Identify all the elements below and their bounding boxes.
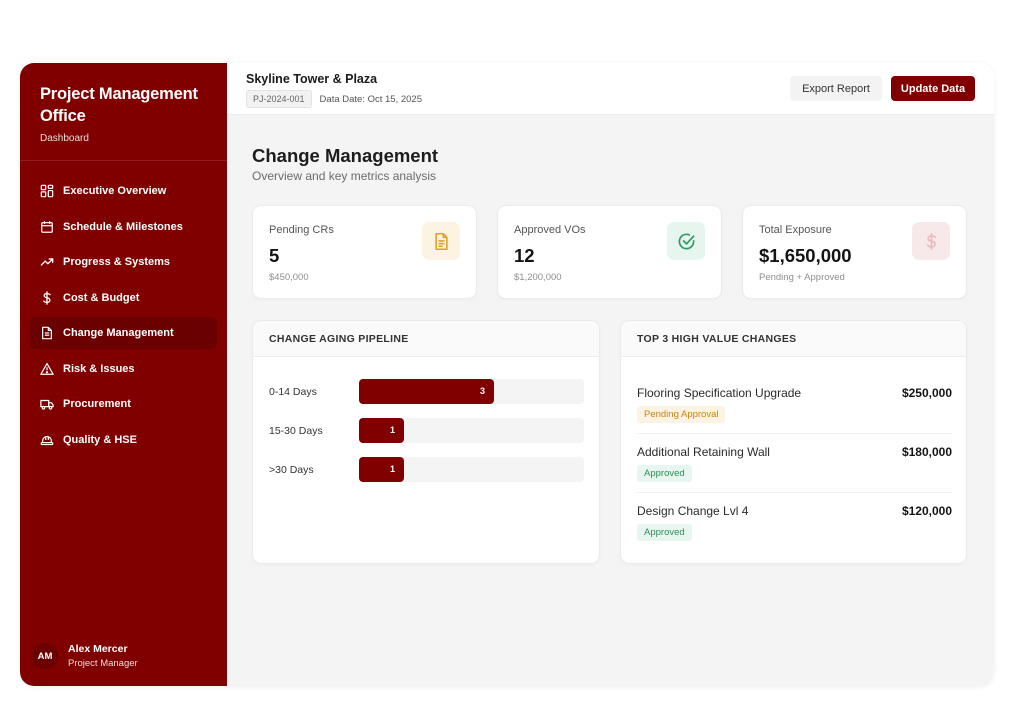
brand: Project Management Office Dashboard <box>40 83 215 144</box>
list-item[interactable]: Design Change Lvl 4 $120,000 Approved <box>637 504 952 556</box>
data-date: Data Date: Oct 15, 2025 <box>319 93 422 105</box>
kpi-label: Total Exposure <box>759 224 832 236</box>
document-icon <box>40 326 54 340</box>
change-name: Design Change Lvl 4 <box>637 504 749 518</box>
aging-bar-track: 3 <box>359 379 584 404</box>
project-meta: PJ-2024-001 Data Date: Oct 15, 2025 <box>246 90 422 108</box>
kpi-label: Approved VOs <box>514 224 586 236</box>
aging-bar-track: 1 <box>359 457 584 482</box>
aging-bar-fill: 1 <box>359 418 404 443</box>
sidebar-item-risk-issues[interactable]: Risk & Issues <box>30 353 217 385</box>
change-name: Additional Retaining Wall <box>637 445 770 459</box>
aging-row: 15-30 Days 1 <box>269 418 584 443</box>
top-header: Skyline Tower & Plaza PJ-2024-001 Data D… <box>227 63 994 115</box>
sidebar: Project Management Office Dashboard Exec… <box>20 63 227 686</box>
user-role: Project Manager <box>68 658 138 669</box>
grid-icon <box>40 184 54 198</box>
kpi-card-approved-vos: Approved VOs 12 $1,200,000 <box>497 205 722 299</box>
sidebar-item-label: Change Management <box>63 327 174 339</box>
aging-count: 1 <box>389 425 395 435</box>
panel-header: CHANGE AGING PIPELINE <box>253 321 599 357</box>
aging-label: >30 Days <box>269 464 314 476</box>
kpi-value: $1,650,000 <box>759 245 852 266</box>
sidebar-item-change-management[interactable]: Change Management <box>30 317 217 349</box>
top-changes-panel: TOP 3 HIGH VALUE CHANGES Flooring Specif… <box>620 320 967 564</box>
calendar-icon <box>40 220 54 234</box>
project-code-badge: PJ-2024-001 <box>246 90 312 108</box>
aging-row: >30 Days 1 <box>269 457 584 482</box>
status-badge: Approved <box>637 524 692 541</box>
sidebar-item-label: Executive Overview <box>63 185 167 197</box>
sidebar-item-label: Risk & Issues <box>63 362 135 375</box>
check-circle-icon <box>667 222 705 260</box>
aging-label: 0-14 Days <box>269 386 317 398</box>
sidebar-item-cost-budget[interactable]: Cost & Budget <box>30 282 217 314</box>
sidebar-item-schedule-milestones[interactable]: Schedule & Milestones <box>30 211 217 243</box>
kpi-card-total-exposure: Total Exposure $1,650,000 Pending + Appr… <box>742 205 967 299</box>
aging-count: 3 <box>479 386 485 396</box>
panel-title: TOP 3 HIGH VALUE CHANGES <box>637 333 797 345</box>
truck-icon <box>40 397 54 411</box>
sidebar-item-progress-systems[interactable]: Progress & Systems <box>30 246 217 278</box>
brand-subtitle: Dashboard <box>40 133 89 144</box>
trending-up-icon <box>40 255 54 269</box>
sidebar-item-executive-overview[interactable]: Executive Overview <box>30 175 217 207</box>
user-profile[interactable]: AM Alex Mercer Project Manager <box>32 643 138 669</box>
export-report-button[interactable]: Export Report <box>790 76 882 101</box>
list-item[interactable]: Flooring Specification Upgrade $250,000 … <box>637 386 952 438</box>
change-amount: $180,000 <box>901 445 952 459</box>
sidebar-item-label: Procurement <box>63 398 131 410</box>
kpi-value: 12 <box>514 245 535 266</box>
dollar-icon <box>40 290 54 305</box>
aging-count: 1 <box>389 464 395 474</box>
panel-title: CHANGE AGING PIPELINE <box>269 333 409 345</box>
aging-row: 0-14 Days 3 <box>269 379 584 404</box>
brand-title: Project Management Office <box>40 85 198 125</box>
hard-hat-icon <box>40 433 54 447</box>
panel-header: TOP 3 HIGH VALUE CHANGES <box>621 321 966 357</box>
document-icon <box>422 222 460 260</box>
aging-pipeline-panel: CHANGE AGING PIPELINE 0-14 Days 3 15-30 … <box>252 320 600 564</box>
sidebar-divider <box>20 160 227 161</box>
kpi-label: Pending CRs <box>269 224 334 236</box>
aging-bar-track: 1 <box>359 418 584 443</box>
sidebar-nav: Executive Overview Schedule & Milestones… <box>30 175 217 459</box>
sidebar-item-label: Progress & Systems <box>63 256 170 268</box>
sidebar-item-procurement[interactable]: Procurement <box>30 388 217 420</box>
kpi-value: 5 <box>269 245 280 266</box>
kpi-subtext: $1,200,000 <box>514 272 562 283</box>
sidebar-item-quality-hse[interactable]: Quality & HSE <box>30 424 217 456</box>
status-badge: Pending Approval <box>637 406 726 423</box>
row-divider <box>637 492 952 493</box>
change-name: Flooring Specification Upgrade <box>637 386 802 400</box>
kpi-card-pending-crs: Pending CRs 5 $450,000 <box>252 205 477 299</box>
sidebar-item-label: Cost & Budget <box>63 291 140 304</box>
project-name: Skyline Tower & Plaza <box>246 72 378 86</box>
dollar-icon <box>912 222 950 260</box>
warning-icon <box>40 362 54 376</box>
change-amount: $250,000 <box>901 386 952 400</box>
app-window: Project Management Office Dashboard Exec… <box>20 63 994 686</box>
sidebar-item-label: Quality & HSE <box>63 433 137 446</box>
aging-bar-fill: 3 <box>359 379 494 404</box>
avatar: AM <box>32 643 58 669</box>
status-badge: Approved <box>637 465 692 482</box>
page-subtitle: Overview and key metrics analysis <box>252 169 437 183</box>
update-data-button[interactable]: Update Data <box>891 76 975 101</box>
list-item[interactable]: Additional Retaining Wall $180,000 Appro… <box>637 445 952 497</box>
sidebar-item-label: Schedule & Milestones <box>63 220 183 233</box>
page-title: Change Management <box>252 145 439 166</box>
aging-label: 15-30 Days <box>269 425 323 437</box>
kpi-subtext: Pending + Approved <box>759 272 845 283</box>
change-amount: $120,000 <box>901 504 952 518</box>
kpi-subtext: $450,000 <box>269 272 309 283</box>
aging-bar-fill: 1 <box>359 457 404 482</box>
row-divider <box>637 433 952 434</box>
user-name: Alex Mercer <box>68 643 128 655</box>
